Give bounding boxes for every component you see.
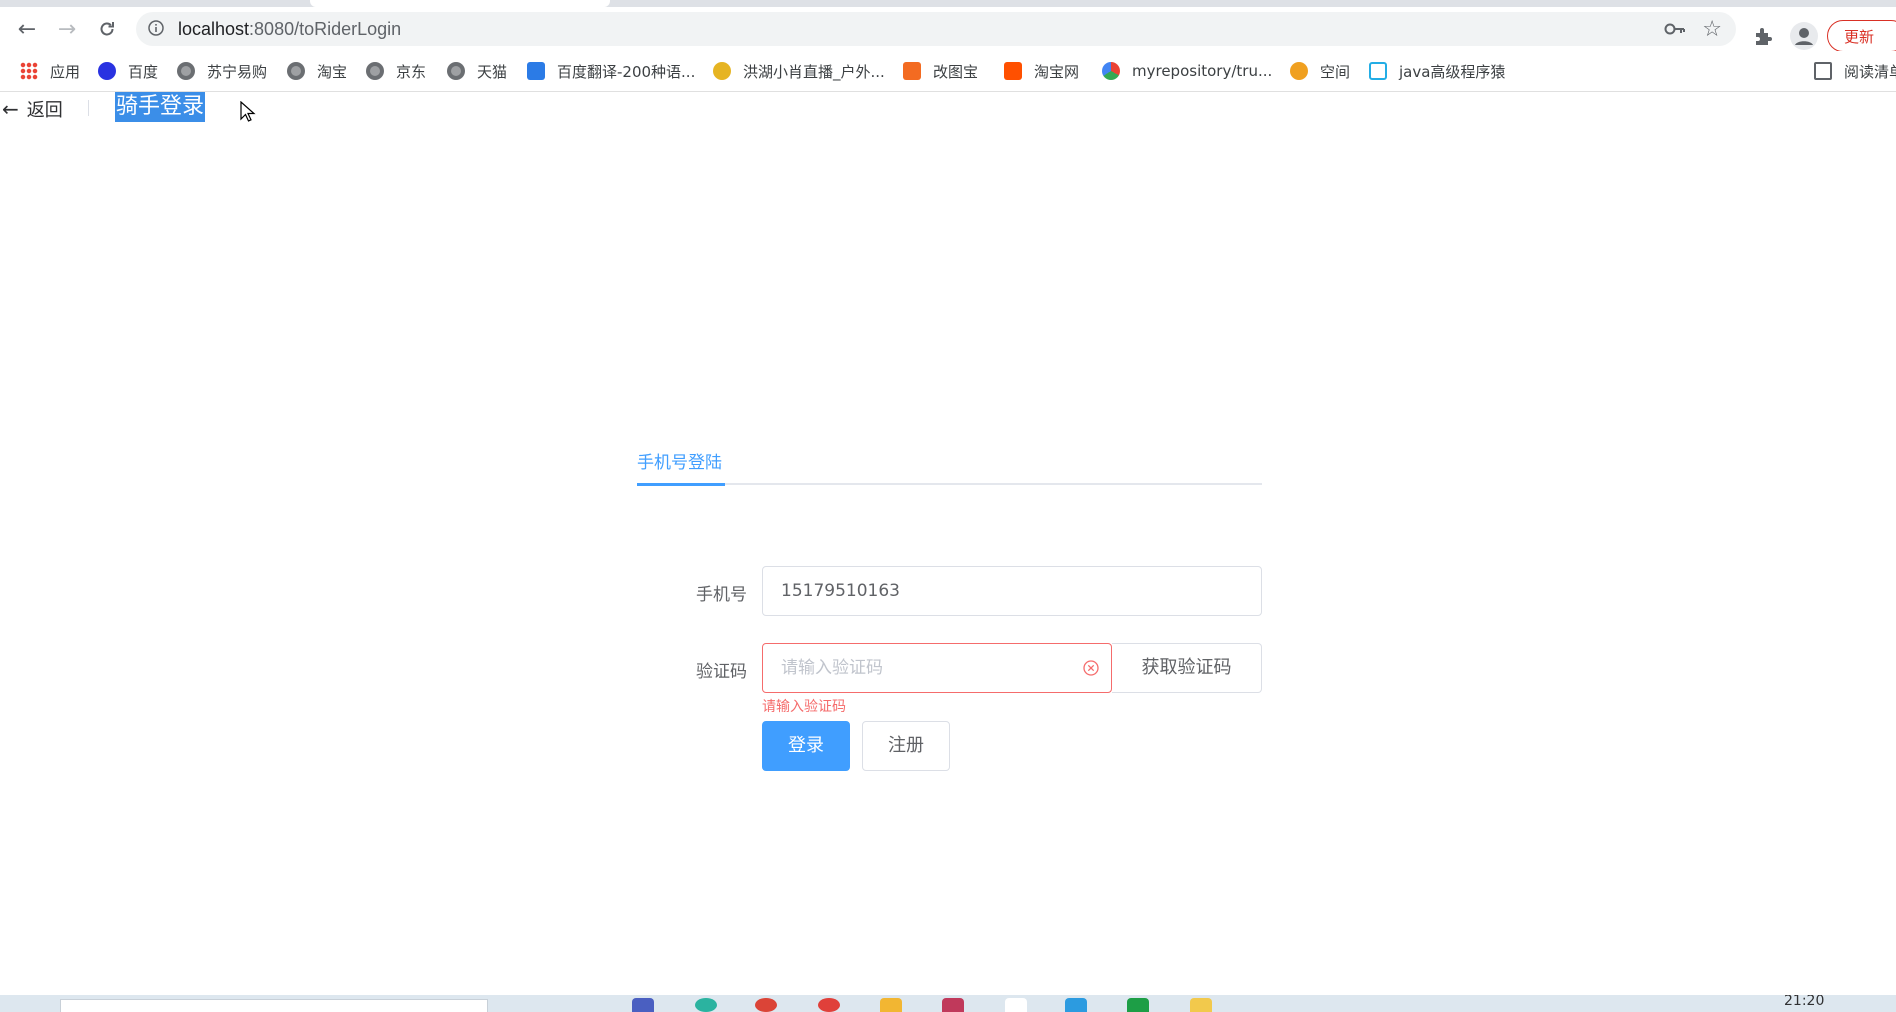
phone-label: 手机号 [696, 585, 747, 605]
taskbar-app-icon[interactable] [818, 998, 840, 1012]
taobao-icon [1004, 62, 1022, 80]
bookmark-tmall[interactable]: 天猫 [447, 60, 507, 82]
reading-list-icon [1814, 62, 1832, 80]
bookmark-label: 洪湖小肖直播_户外... [743, 62, 885, 81]
bookmark-label: 淘宝 [317, 62, 348, 81]
login-button[interactable]: 登录 [762, 721, 850, 771]
key-icon[interactable] [1664, 20, 1686, 38]
repository-icon [1102, 62, 1120, 80]
code-error-message: 请输入验证码 [762, 699, 846, 715]
back-button[interactable]: ← 返回 [2, 96, 63, 122]
phone-input[interactable]: 15179510163 [762, 566, 1262, 616]
login-tabs: 手机号登陆 [637, 440, 1262, 486]
bookmark-taobao[interactable]: 淘宝 [287, 60, 347, 82]
bookmark-label: 改图宝 [933, 62, 979, 81]
bookmark-label: 应用 [50, 62, 81, 81]
bookmark-gaitubao[interactable]: 改图宝 [903, 60, 978, 82]
bookmark-label: 天猫 [477, 62, 508, 81]
bookmark-baidu-translate[interactable]: 百度翻译-200种语... [527, 60, 695, 82]
apps-grid-icon [20, 62, 38, 80]
bookmark-star-icon[interactable]: ☆ [1702, 17, 1722, 42]
site-info-icon[interactable] [148, 20, 164, 36]
baidu-paw-icon [98, 62, 116, 80]
mouse-cursor-icon [240, 101, 256, 122]
taskbar-app-icon[interactable] [1005, 998, 1027, 1012]
code-label: 验证码 [696, 662, 747, 682]
address-bar[interactable]: localhost:8080/toRiderLogin ☆ [136, 12, 1736, 46]
bookmark-label: myrepository/tru... [1132, 62, 1273, 80]
taskbar-app-icon[interactable] [1127, 998, 1149, 1012]
bookmark-label: 阅读清单 [1844, 62, 1896, 81]
back-arrow-icon[interactable]: ← [15, 17, 39, 42]
page-header: ← 返回 骑手登录 [0, 92, 1896, 122]
os-taskbar: 21:20 [0, 995, 1896, 1012]
clear-circle-icon[interactable] [1083, 660, 1099, 676]
tab-phone-login[interactable]: 手机号登陆 [637, 448, 722, 473]
bookmarks-bar: 应用 百度 苏宁易购 淘宝 京东 天猫 百度翻译-200种语... 洪湖小肖直播… [0, 51, 1896, 92]
header-divider [88, 100, 89, 116]
bookmark-label: 苏宁易购 [207, 62, 268, 81]
reload-icon[interactable] [95, 17, 119, 41]
code-placeholder: 请输入验证码 [781, 658, 883, 678]
code-input[interactable]: 请输入验证码 [762, 643, 1112, 693]
taskbar-app-icon[interactable] [1190, 998, 1212, 1012]
browser-tab-strip [0, 0, 1896, 7]
active-browser-tab[interactable] [310, 0, 610, 7]
bookmark-label: 百度翻译-200种语... [557, 62, 696, 81]
image-edit-icon [903, 62, 921, 80]
back-label: 返回 [26, 100, 63, 121]
bookmark-qzone[interactable]: 空间 [1290, 60, 1350, 82]
bookmark-java-channel[interactable]: java高级程序猿 [1369, 60, 1505, 82]
bookmark-label: 淘宝网 [1034, 62, 1080, 81]
bookmark-apps[interactable]: 应用 [20, 60, 80, 82]
extensions-puzzle-icon[interactable] [1752, 25, 1774, 47]
globe-icon [287, 62, 305, 80]
url-host: localhost [178, 19, 250, 39]
globe-icon [177, 62, 195, 80]
update-button[interactable]: 更新 [1827, 20, 1896, 52]
bookmark-taobao-net[interactable]: 淘宝网 [1004, 60, 1079, 82]
page-title: 骑手登录 [115, 92, 206, 122]
bookmark-suning[interactable]: 苏宁易购 [177, 60, 267, 82]
globe-icon [447, 62, 465, 80]
forward-arrow-icon[interactable]: → [55, 17, 79, 42]
taskbar-chrome-icon[interactable] [755, 998, 777, 1012]
taskbar-app-icon[interactable] [942, 998, 964, 1012]
taskbar-clock: 21:20 [1784, 995, 1825, 1009]
browser-toolbar: ← → localhost:8080/toRiderLogin ☆ 更新 [0, 7, 1896, 52]
bookmark-label: 空间 [1320, 62, 1351, 81]
bookmark-label: 百度 [128, 62, 159, 81]
translate-icon [527, 62, 545, 80]
get-code-button[interactable]: 获取验证码 [1112, 643, 1262, 693]
taskbar-app-icon[interactable] [632, 998, 654, 1012]
url-path: :8080/toRiderLogin [249, 19, 402, 39]
live-icon [713, 62, 731, 80]
qzone-icon [1290, 62, 1308, 80]
bookmark-baidu[interactable]: 百度 [98, 60, 158, 82]
address-url[interactable]: localhost:8080/toRiderLogin [178, 19, 401, 40]
bilibili-icon [1369, 62, 1387, 80]
taskbar-search-box[interactable] [60, 999, 488, 1012]
bookmark-reading-list[interactable]: 阅读清单 [1814, 60, 1896, 82]
bookmark-label: java高级程序猿 [1399, 62, 1506, 81]
tab-active-indicator [637, 483, 725, 486]
bookmark-label: 京东 [396, 62, 427, 81]
taskbar-app-icon[interactable] [695, 998, 717, 1012]
tabs-track [637, 483, 1262, 485]
taskbar-folder-icon[interactable] [880, 998, 902, 1012]
profile-avatar-icon[interactable] [1790, 22, 1818, 50]
bookmark-jd[interactable]: 京东 [366, 60, 426, 82]
globe-icon [366, 62, 384, 80]
register-button[interactable]: 注册 [862, 721, 950, 771]
taskbar-app-icon[interactable] [1065, 998, 1087, 1012]
bookmark-myrepository[interactable]: myrepository/tru... [1102, 60, 1272, 82]
bookmark-honghu-live[interactable]: 洪湖小肖直播_户外... [713, 60, 885, 82]
back-arrow-icon: ← [2, 97, 19, 121]
